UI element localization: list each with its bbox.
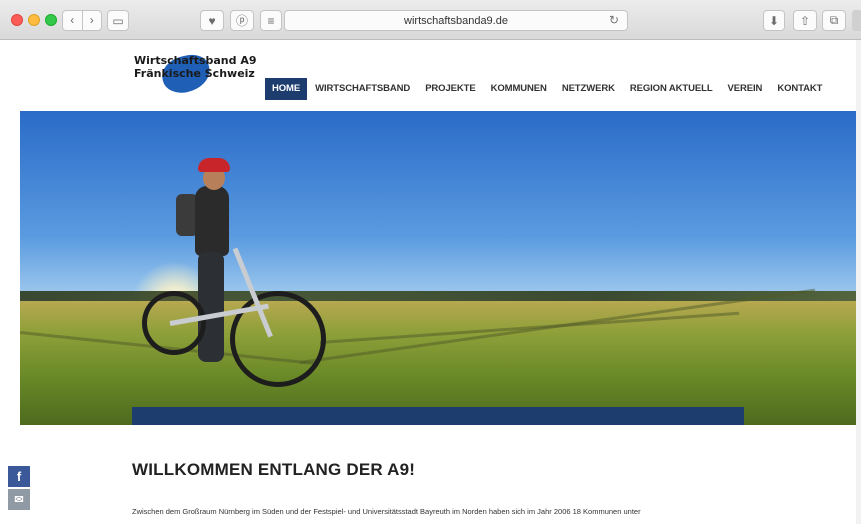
nav-home[interactable]: HOME xyxy=(265,78,308,100)
back-forward-buttons: ‹ › xyxy=(62,10,102,31)
logo-line2: Fränkische Schweiz xyxy=(134,67,255,80)
sidebar-icon[interactable]: ▭ xyxy=(107,10,129,31)
browser-toolbar: ‹ › ▭ ♥ ⓟ ≡ wirtschaftsbanda9.de ↻ ⬇ ⇧ ⧉ xyxy=(0,0,861,40)
pinterest-icon[interactable]: ⓟ xyxy=(230,10,254,31)
nav-wirtschaftsband[interactable]: WIRTSCHAFTSBAND xyxy=(308,78,417,100)
forward-icon[interactable]: › xyxy=(81,11,102,30)
zoom-window-button[interactable] xyxy=(45,14,57,26)
intro-paragraph: Zwischen dem Großraum Nürnberg im Süden … xyxy=(132,506,732,517)
mail-share-button[interactable]: ✉ xyxy=(8,489,30,510)
facebook-share-button[interactable]: f xyxy=(8,466,30,487)
close-window-button[interactable] xyxy=(11,14,23,26)
url-text: wirtschaftsbanda9.de xyxy=(404,14,508,27)
facebook-icon: f xyxy=(16,469,22,484)
nav-projekte[interactable]: PROJEKTE xyxy=(418,78,482,100)
pocket-icon[interactable]: ♥ xyxy=(200,10,224,31)
bike-front-wheel xyxy=(230,291,326,387)
helmet xyxy=(198,158,230,172)
logo-line1: Wirtschaftsband A9 xyxy=(134,54,257,67)
nav-verein[interactable]: VEREIN xyxy=(721,78,770,100)
back-icon[interactable]: ‹ xyxy=(63,11,82,30)
intro-line: Zwischen dem Großraum Nürnberg im Süden … xyxy=(132,507,641,516)
tabs-icon[interactable]: ⧉ xyxy=(822,10,846,31)
new-tab-edge-button[interactable] xyxy=(852,10,861,31)
hero-image-cyclist-field xyxy=(20,111,856,425)
share-icon[interactable]: ⇧ xyxy=(793,10,817,31)
nav-kontakt[interactable]: KONTAKT xyxy=(770,78,829,100)
nav-region-aktuell[interactable]: REGION AKTUELL xyxy=(623,78,720,100)
cyclist-torso xyxy=(195,186,229,256)
logo-text: Wirtschaftsband A9 Fränkische Schweiz xyxy=(134,54,257,80)
minimize-window-button[interactable] xyxy=(28,14,40,26)
address-bar[interactable]: wirtschaftsbanda9.de ↻ xyxy=(284,10,628,31)
download-icon[interactable]: ⬇ xyxy=(763,10,785,31)
nav-netzwerk[interactable]: NETZWERK xyxy=(555,78,622,100)
site-logo[interactable]: Wirtschaftsband A9 Fränkische Schweiz xyxy=(134,51,257,97)
page-scrollbar-track[interactable] xyxy=(856,40,861,524)
nav-kommunen[interactable]: KOMMUNEN xyxy=(484,78,554,100)
main-navigation: HOME WIRTSCHAFTSBAND PROJEKTE KOMMUNEN N… xyxy=(265,78,830,100)
page-title: WILLKOMMEN ENTLANG DER A9! xyxy=(132,460,416,479)
reader-icon[interactable]: ≡ xyxy=(260,10,282,31)
hero-accent-band xyxy=(132,407,744,425)
mail-icon: ✉ xyxy=(14,494,24,506)
reload-icon[interactable]: ↻ xyxy=(609,13,619,27)
